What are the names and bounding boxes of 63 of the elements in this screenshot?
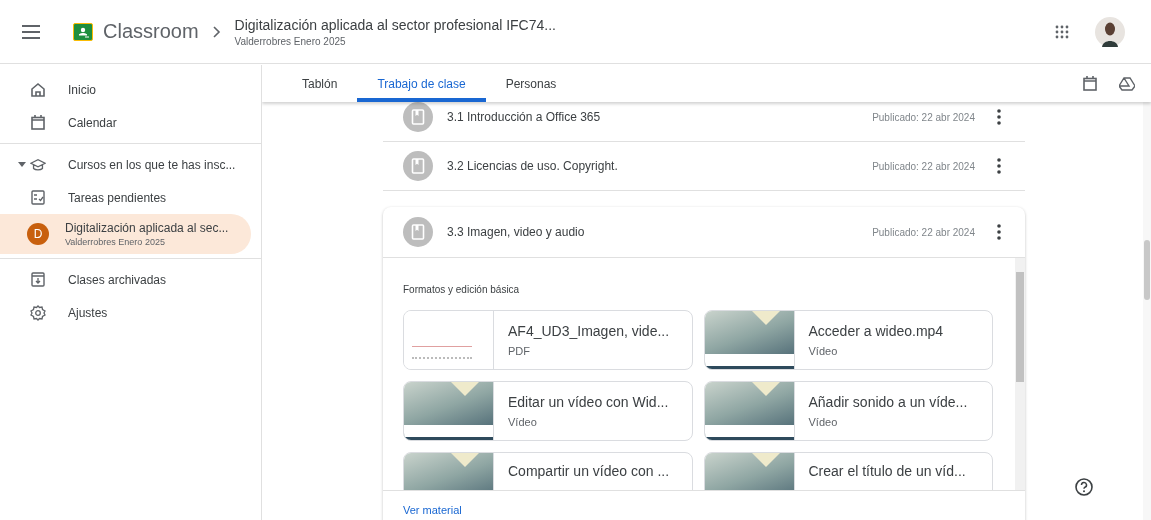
sidebar-item[interactable]: Cursos en los que te has insc... <box>0 148 251 181</box>
more-options-icon[interactable] <box>997 109 1001 125</box>
topic-title[interactable]: 3.2 Licencias de uso. Copyright. <box>447 159 859 173</box>
archive-icon <box>31 272 45 287</box>
view-material-link[interactable]: Ver material <box>403 504 462 516</box>
sidebar-item[interactable]: Ajustes <box>0 296 251 329</box>
material-card[interactable]: Acceder a wideo.mp4 Vídeo <box>703 310 993 370</box>
chevron-icon <box>212 25 221 38</box>
published-date: Publicado: 22 abr 2024 <box>872 226 975 238</box>
checklist-icon <box>31 190 45 205</box>
published-date: Publicado: 22 abr 2024 <box>872 111 975 123</box>
sidebar-item[interactable]: Clases archivadas <box>0 263 251 296</box>
topic-row[interactable]: 3.1 Introducción a Office 365 Publicado: 22 abr 2024 <box>383 102 1025 142</box>
sidebar-item[interactable]: Calendar <box>0 106 251 139</box>
caret-icon[interactable] <box>18 162 26 167</box>
graduation-cap-icon <box>30 156 46 173</box>
material-type: PDF <box>508 345 531 357</box>
material-title[interactable]: Compartir un vídeo con ... <box>508 463 670 479</box>
classroom-logo-icon[interactable] <box>73 22 93 41</box>
home-icon <box>30 81 46 98</box>
more-options-icon[interactable] <box>997 224 1001 240</box>
section-heading: Formatos y edición básica <box>403 284 521 295</box>
apps-grid-icon[interactable] <box>1055 24 1069 39</box>
scrollbar[interactable] <box>1015 258 1025 490</box>
material-icon <box>403 151 433 181</box>
published-date: Publicado: 22 abr 2024 <box>872 160 975 172</box>
material-title[interactable]: Crear el título de un víd... <box>808 463 966 479</box>
course-name: Digitalización aplicada al sec... <box>65 221 229 235</box>
menu-icon[interactable] <box>22 24 40 39</box>
course-avatar: D <box>27 223 49 245</box>
material-type: Vídeo <box>508 416 538 428</box>
sidebar-course-item[interactable]: D Digitalización aplicada al sec... Valderrobres Enero 2025 <box>0 214 251 254</box>
course-subtitle: Valderrobres Enero 2025 <box>234 35 347 47</box>
topic-row[interactable]: 3.2 Licencias de uso. Copyright. Publicado: 22 abr 2024 <box>383 142 1025 191</box>
app-name[interactable]: Classroom <box>101 18 201 45</box>
material-card[interactable]: Editar un vídeo con Wid... Vídeo <box>403 381 693 441</box>
tab[interactable]: Tablón <box>282 65 358 102</box>
material-card[interactable]: Añadir sonido a un víde... Vídeo <box>703 381 993 441</box>
material-title[interactable]: AF4_UD3_Imagen, vide... <box>508 323 670 339</box>
calendar-icon[interactable] <box>1083 76 1097 91</box>
material-title[interactable]: Añadir sonido a un víde... <box>808 394 968 410</box>
user-avatar-icon[interactable] <box>1095 16 1125 47</box>
sidebar-item[interactable]: Inicio <box>0 73 251 106</box>
drive-icon[interactable] <box>1119 76 1135 91</box>
page-scrollbar[interactable] <box>1143 102 1151 520</box>
sidebar-item[interactable]: Tareas pendientes <box>0 181 251 214</box>
topic-title[interactable]: 3.3 Imagen, video y audio <box>447 225 859 239</box>
course-subtitle: Valderrobres Enero 2025 <box>65 237 166 247</box>
material-title[interactable]: Acceder a wideo.mp4 <box>808 323 944 339</box>
more-options-icon[interactable] <box>997 158 1001 174</box>
course-title[interactable]: Digitalización aplicada al sector profesional IFC74... <box>234 16 556 33</box>
material-type: Vídeo <box>808 416 839 428</box>
material-type: Vídeo <box>808 345 839 357</box>
calendar-icon <box>31 115 45 130</box>
material-card[interactable]: AF4_UD3_Imagen, vide... PDF <box>403 310 693 370</box>
tab[interactable]: Trabajo de clase <box>357 65 486 102</box>
tab[interactable]: Personas <box>485 65 577 102</box>
help-icon[interactable] <box>1075 478 1093 496</box>
settings-icon <box>30 304 46 321</box>
material-icon <box>403 217 433 247</box>
topic-title[interactable]: 3.1 Introducción a Office 365 <box>447 110 859 124</box>
material-icon <box>403 102 433 132</box>
material-title[interactable]: Editar un vídeo con Wid... <box>508 394 669 410</box>
